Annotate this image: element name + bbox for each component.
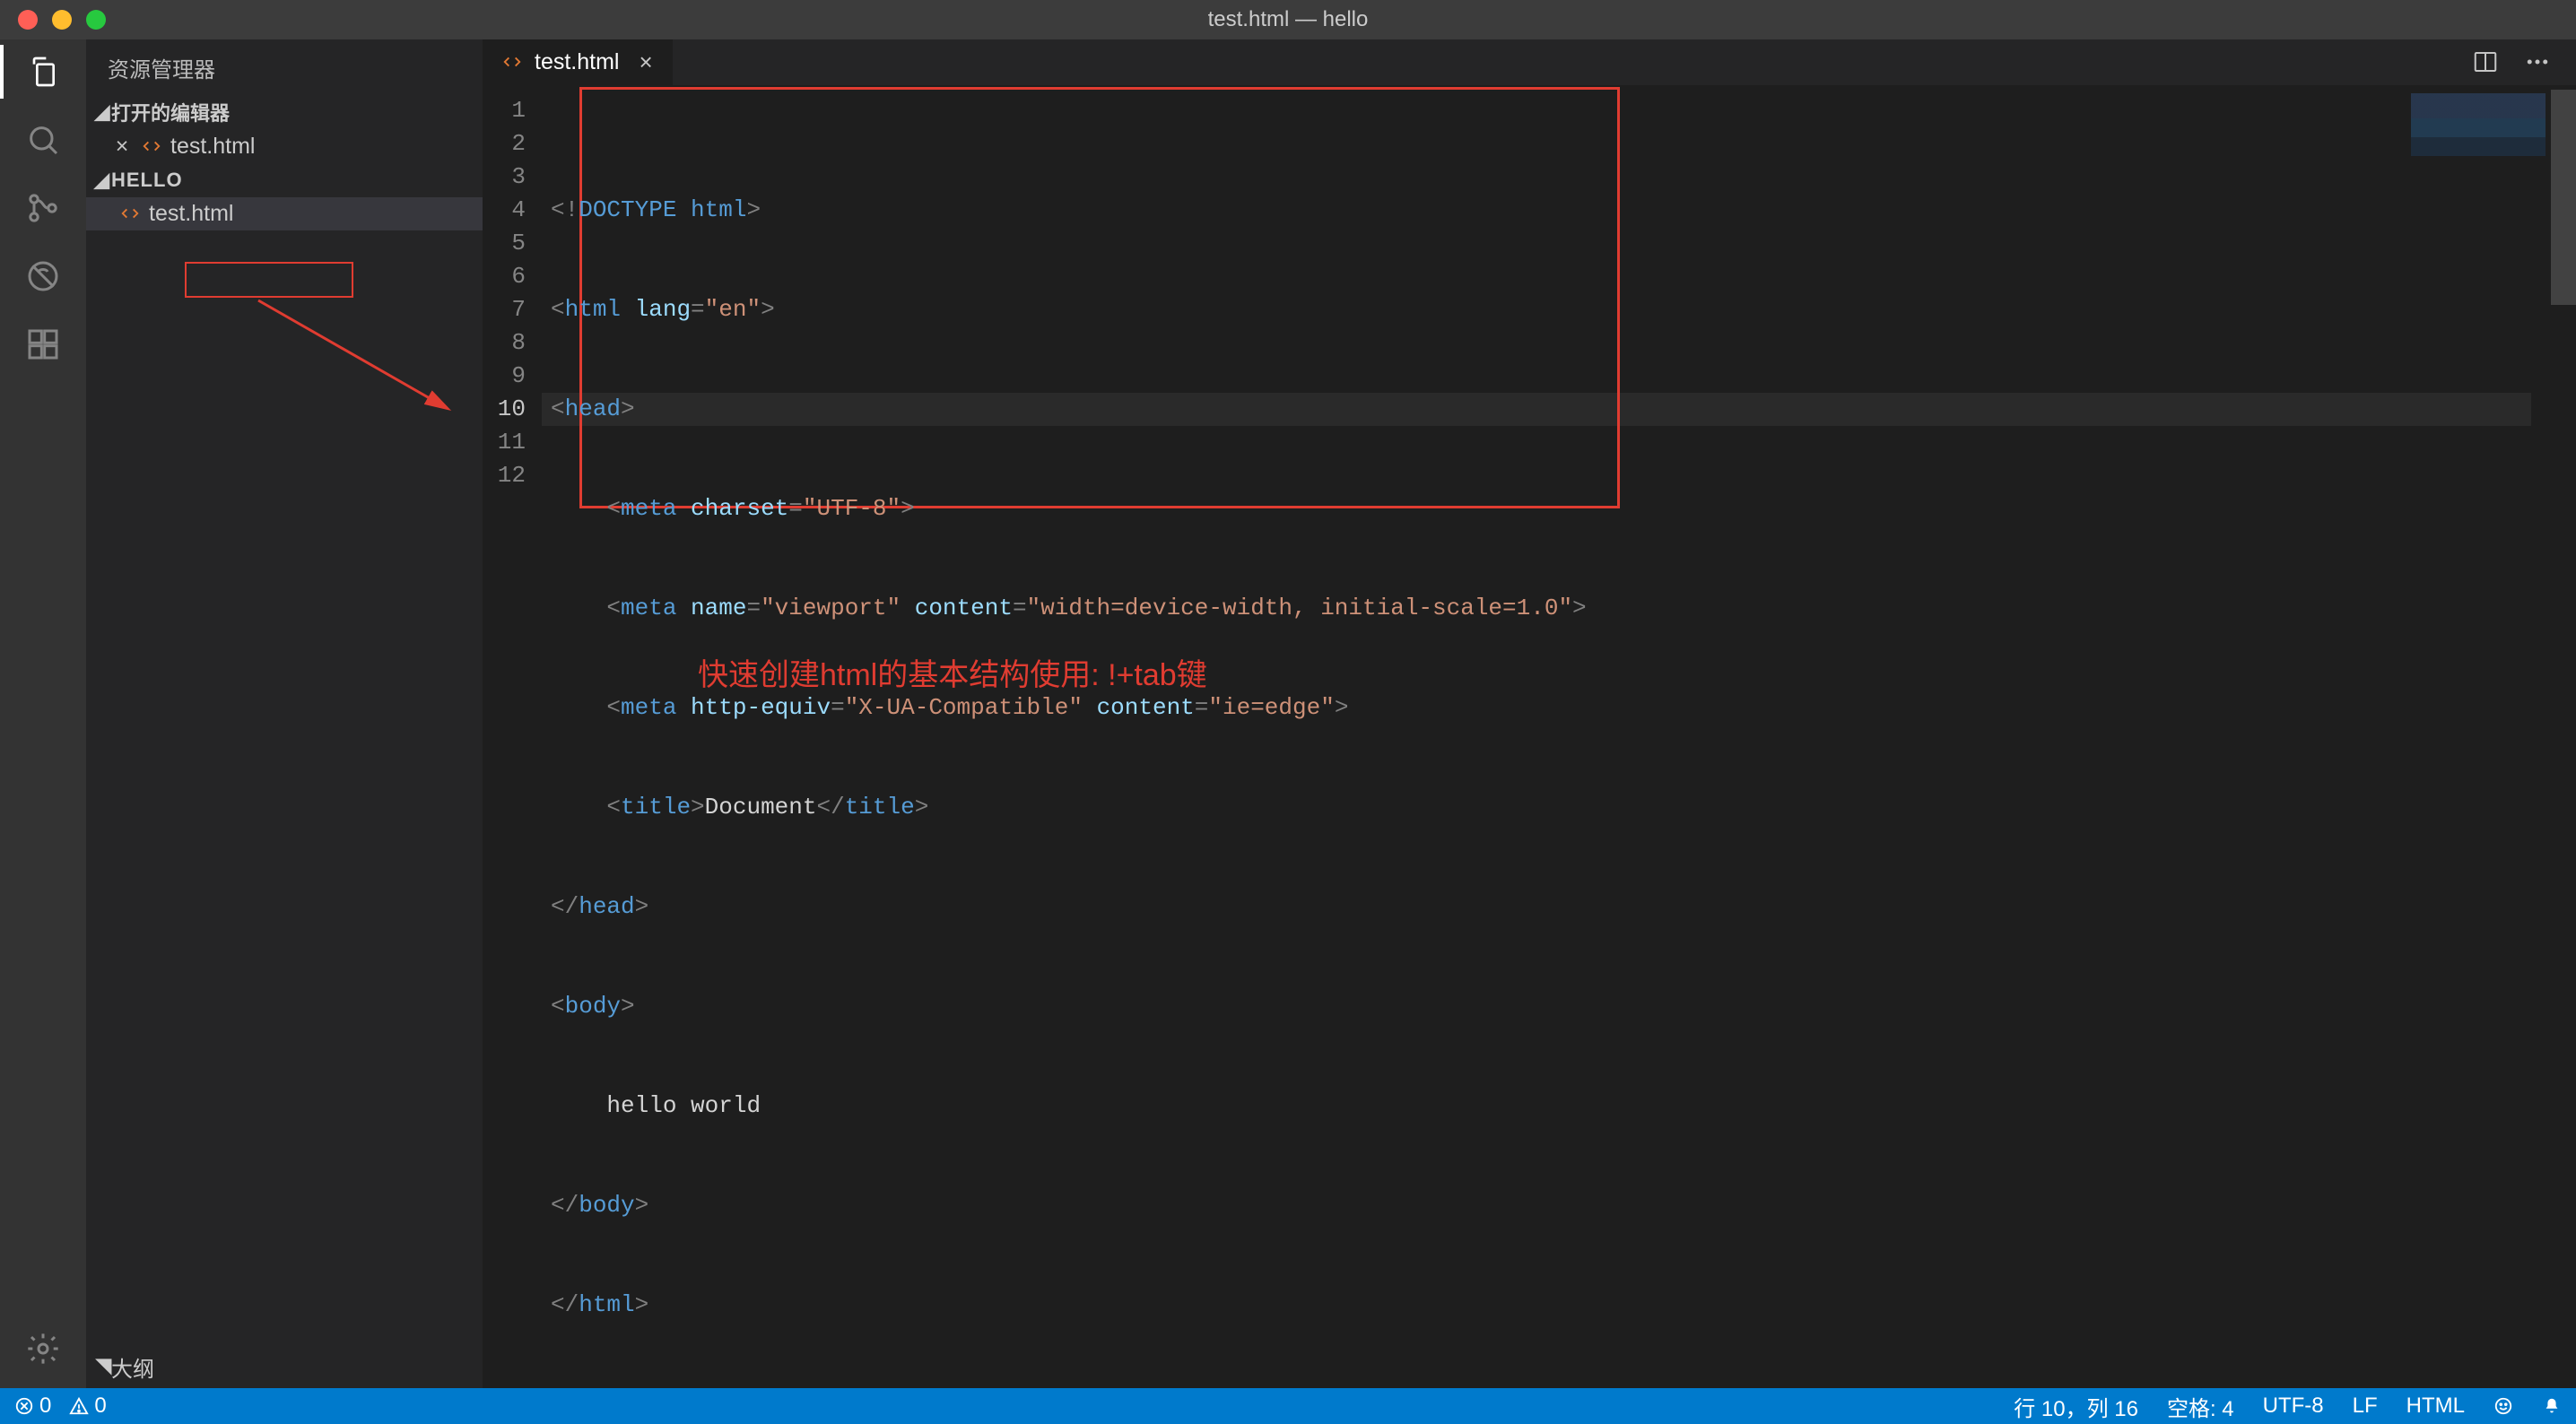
line-number-gutter: 1 2 3 4 5 6 7 8 9 10 11 12 [483,85,542,1388]
tab-filename: test.html [535,49,619,75]
explorer-sidebar: 资源管理器 ◢ 打开的编辑器 × test.html ◢ HELLO [86,39,483,1388]
status-feedback-icon[interactable] [2493,1396,2513,1416]
window-controls [0,10,106,30]
editor-tabs: test.html × [483,39,2576,85]
editor-actions [2472,39,2576,85]
window-title: test.html — hello [0,7,2576,32]
close-editor-icon[interactable]: × [111,134,133,160]
status-encoding[interactable]: UTF-8 [2263,1394,2324,1419]
annotation-box-file [185,262,353,298]
file-name: test.html [149,201,233,227]
extensions-icon[interactable] [22,323,65,366]
chevron-down-icon: ◢ [93,100,111,124]
open-editors-header[interactable]: ◢ 打开的编辑器 [86,94,483,130]
status-errors[interactable]: 0 [14,1394,51,1419]
source-control-icon[interactable] [22,187,65,230]
open-editor-item[interactable]: × test.html [86,130,483,163]
search-icon[interactable] [22,118,65,161]
status-language[interactable]: HTML [2406,1394,2465,1419]
settings-gear-icon[interactable] [22,1327,65,1370]
code-editor[interactable]: 1 2 3 4 5 6 7 8 9 10 11 12 <!DOCTYPE htm… [483,85,2576,1388]
split-editor-icon[interactable] [2472,48,2499,75]
status-warnings[interactable]: 0 [69,1394,106,1419]
code-content[interactable]: <!DOCTYPE html> <html lang="en"> <head> … [542,85,2576,1388]
titlebar: test.html — hello [0,0,2576,39]
folder-header[interactable]: ◢ HELLO [86,163,483,197]
scrollbar-thumb[interactable] [2551,90,2576,305]
open-editors-label: 打开的编辑器 [111,98,230,126]
status-line-col[interactable]: 行 10，列 16 [2014,1391,2138,1422]
file-row-test-html[interactable]: test.html [86,197,483,230]
editor-group: test.html × 1 2 3 4 [483,39,2576,1388]
more-actions-icon[interactable] [2524,48,2551,75]
html-file-icon [120,204,140,223]
explorer-icon[interactable] [22,50,65,93]
folder-name: HELLO [111,169,183,192]
chevron-down-icon: ◢ [93,169,111,192]
tab-test-html[interactable]: test.html × [483,39,674,85]
minimize-window-button[interactable] [52,10,72,30]
vscode-window: test.html — hello [0,0,2576,1424]
status-notifications-icon[interactable] [2542,1396,2562,1416]
close-tab-icon[interactable]: × [631,48,652,76]
outline-header[interactable]: ◢ 大纲 [86,1346,483,1388]
editor-scrollbar[interactable] [2551,90,2576,1388]
status-bar: 0 0 行 10，列 16 空格: 4 UTF-8 LF HTML [0,1388,2576,1424]
status-eol[interactable]: LF [2353,1394,2378,1419]
chevron-right-icon: ◢ [90,1359,116,1376]
sidebar-title: 资源管理器 [86,39,483,94]
minimap[interactable] [2411,93,2546,156]
status-indent[interactable]: 空格: 4 [2167,1391,2234,1422]
open-editor-filename: test.html [170,134,255,160]
annotation-text: 快速创建html的基本结构使用: !+tab键 [698,659,1207,692]
activity-bar [0,39,86,1388]
outline-label: 大纲 [111,1351,154,1383]
close-window-button[interactable] [18,10,38,30]
html-file-icon [502,52,522,72]
html-file-icon [142,136,161,156]
debug-icon[interactable] [22,255,65,298]
maximize-window-button[interactable] [86,10,106,30]
